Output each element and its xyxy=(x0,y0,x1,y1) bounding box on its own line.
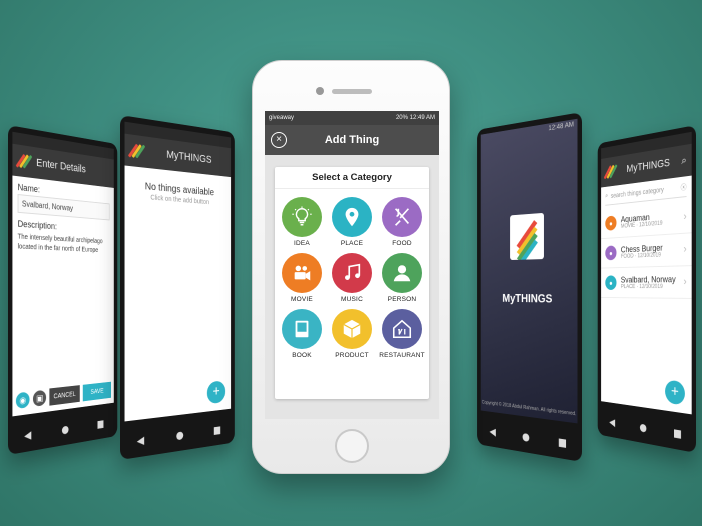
category-dot-icon: ● xyxy=(605,215,616,230)
category-restaurant[interactable]: RESTAURANT xyxy=(377,309,427,359)
category-card-title: Select a Category xyxy=(275,167,429,189)
chevron-right-icon: › xyxy=(683,276,686,288)
chevron-right-icon: › xyxy=(683,244,686,256)
category-grid: IDEA PLACE FOOD MOVIE MUSIC PERSON BOOK PRODUCT… xyxy=(275,189,429,367)
description-label: Description: xyxy=(18,219,110,235)
add-thing-button[interactable]: + xyxy=(665,380,685,406)
empty-list-title: MyTHINGS xyxy=(149,147,226,168)
cancel-button[interactable]: CANCEL xyxy=(49,385,79,406)
add-thing-phone: giveaway 20% 12:49 AM × Add Thing Select… xyxy=(252,60,450,474)
back-icon[interactable]: ◀ xyxy=(24,428,31,442)
book-icon xyxy=(282,309,322,349)
gallery-icon[interactable]: ▣ xyxy=(33,390,46,407)
empty-list-phone: MyTHINGS No things available Click on th… xyxy=(120,115,235,460)
home-icon[interactable]: ● xyxy=(176,428,184,441)
thing-meta: FOOD · 12/10/2019 xyxy=(621,252,663,259)
camera-icon[interactable]: ◉ xyxy=(16,392,30,409)
add-thing-button[interactable]: + xyxy=(207,380,225,404)
status-left: giveaway xyxy=(269,115,294,121)
back-icon[interactable]: ◀ xyxy=(137,433,144,447)
restaurant-icon xyxy=(382,309,422,349)
description-field[interactable]: The intensely beautiful archipelago loca… xyxy=(18,233,110,257)
map-pin-icon xyxy=(332,197,372,237)
category-label: IDEA xyxy=(294,240,310,247)
category-food[interactable]: FOOD xyxy=(377,197,427,247)
person-icon xyxy=(382,253,422,293)
splash-app-name: MyTHINGS xyxy=(481,292,578,306)
splash-copyright: Copyright © 2018 Abdul Rahman. All right… xyxy=(481,400,578,418)
home-button[interactable] xyxy=(335,429,369,463)
category-card: Select a Category IDEA PLACE FOOD MOVIE MUSI… xyxy=(275,167,429,399)
status-bar: 12:48 AM xyxy=(481,119,578,146)
category-book[interactable]: BOOK xyxy=(277,309,327,359)
save-button[interactable]: SAVE xyxy=(83,382,111,402)
status-right: 20% 12:49 AM xyxy=(396,115,435,121)
add-thing-screen: giveaway 20% 12:49 AM × Add Thing Select… xyxy=(265,111,439,419)
app-logo-icon xyxy=(18,152,32,170)
details-title: Enter Details xyxy=(36,157,85,175)
add-thing-header: × Add Thing xyxy=(265,125,439,155)
app-logo-icon xyxy=(510,213,544,260)
lightbulb-icon xyxy=(282,197,322,237)
details-screen: Enter Details Name: Svalbard, Norway Des… xyxy=(12,132,113,417)
category-idea[interactable]: IDEA xyxy=(277,197,327,247)
status-bar: giveaway 20% 12:49 AM xyxy=(265,111,439,125)
earpiece xyxy=(332,89,372,94)
list-phone: MyTHINGS ⌕ ⌕ search things category ⓧ ● A… xyxy=(598,125,696,453)
category-label: FOOD xyxy=(392,240,412,247)
recents-icon[interactable]: ■ xyxy=(97,417,104,430)
back-icon[interactable]: ◀ xyxy=(609,415,615,428)
search-input[interactable]: search things category xyxy=(611,185,678,199)
category-label: PLACE xyxy=(341,240,363,247)
home-icon[interactable]: ● xyxy=(522,430,530,443)
back-icon[interactable]: ◀ xyxy=(490,425,496,438)
app-logo-icon xyxy=(130,142,144,160)
category-label: MUSIC xyxy=(341,296,363,303)
list-title: MyTHINGS xyxy=(621,156,677,176)
category-dot-icon: ● xyxy=(605,245,616,260)
splash-screen: 12:48 AM MyTHINGS Copyright © 2018 Abdul… xyxy=(481,119,578,424)
recents-icon[interactable]: ■ xyxy=(213,423,221,436)
category-product[interactable]: PRODUCT xyxy=(327,309,377,359)
category-movie[interactable]: MOVIE xyxy=(277,253,327,303)
search-icon[interactable]: ⌕ xyxy=(681,154,686,168)
things-list: ● Aquaman MOVIE · 12/10/2019 › ● Chess Burger… xyxy=(601,200,692,299)
category-person[interactable]: PERSON xyxy=(377,253,427,303)
category-label: PERSON xyxy=(388,296,417,303)
movie-camera-icon xyxy=(282,253,322,293)
recents-icon[interactable]: ■ xyxy=(558,435,567,449)
thing-meta: PLACE · 12/10/2019 xyxy=(621,284,676,290)
details-phone: Enter Details Name: Svalbard, Norway Des… xyxy=(8,125,117,455)
search-icon: ⌕ xyxy=(605,193,608,200)
category-label: PRODUCT xyxy=(335,352,369,359)
empty-list-screen: MyTHINGS No things available Click on th… xyxy=(125,122,232,422)
music-note-icon xyxy=(332,253,372,293)
add-thing-title: Add Thing xyxy=(265,134,439,146)
list-screen: MyTHINGS ⌕ ⌕ search things category ⓧ ● A… xyxy=(601,132,692,415)
front-camera xyxy=(316,87,324,95)
close-icon[interactable]: × xyxy=(271,132,287,148)
category-label: MOVIE xyxy=(291,296,313,303)
category-label: BOOK xyxy=(292,352,312,359)
category-music[interactable]: MUSIC xyxy=(327,253,377,303)
category-dot-icon: ● xyxy=(605,275,616,290)
fork-knife-icon xyxy=(382,197,422,237)
home-icon[interactable]: ● xyxy=(640,420,647,433)
splash-phone: 12:48 AM MyTHINGS Copyright © 2018 Abdul… xyxy=(477,112,582,462)
clear-search-icon[interactable]: ⓧ xyxy=(681,182,687,193)
chevron-right-icon: › xyxy=(683,211,686,223)
app-logo-icon xyxy=(605,164,616,180)
box-icon xyxy=(332,309,372,349)
home-icon[interactable]: ● xyxy=(61,422,68,435)
category-label: RESTAURANT xyxy=(379,352,425,359)
category-place[interactable]: PLACE xyxy=(327,197,377,247)
thing-row[interactable]: ● Chess Burger FOOD · 12/10/2019 › xyxy=(601,233,692,268)
recents-icon[interactable]: ■ xyxy=(673,426,682,440)
thing-name: Svalbard, Norway xyxy=(621,274,676,284)
details-actions: ◉ ▣ CANCEL SAVE xyxy=(16,382,111,410)
thing-row[interactable]: ● Svalbard, Norway PLACE · 12/10/2019 › xyxy=(601,266,692,299)
